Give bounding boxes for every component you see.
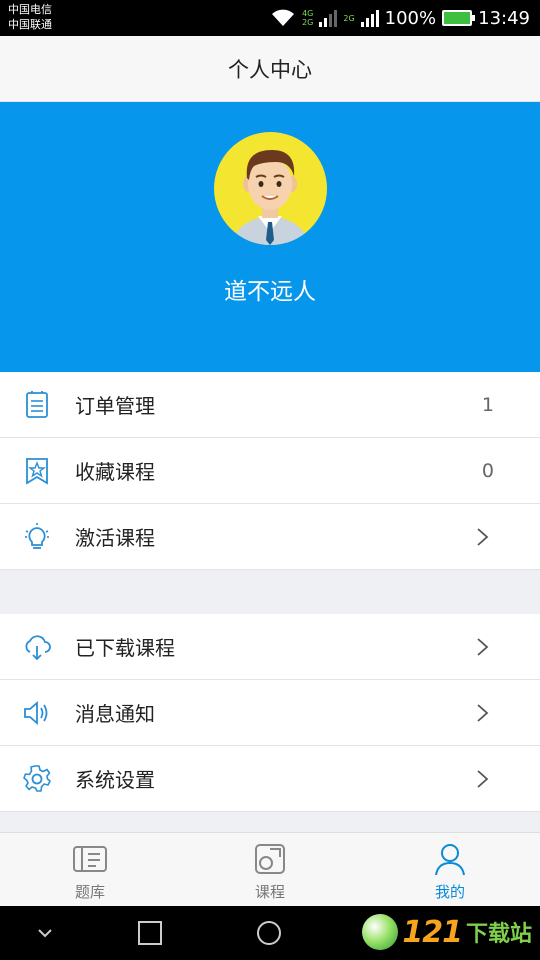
menu-label-settings: 系统设置 [75,768,155,792]
carrier-2: 中国联通 [8,18,52,31]
status-bar: 中国电信 中国联通 4G 2G 2G 100% 13:49 [0,0,540,36]
tab-label-courses: 课程 [254,883,285,901]
chevron-right-icon [477,528,489,546]
clock: 13:49 [478,7,530,29]
watermark-text: 下载站 [465,922,532,947]
status-icons: 4G 2G 2G 100% 13:49 [270,0,530,36]
orders-count: 1 [481,393,494,416]
chevron-right-icon [477,638,489,656]
home-icon[interactable] [256,920,282,946]
net2-label: 2G [343,13,355,23]
wifi-icon [272,9,295,26]
profile-header: 道不远人 [0,102,540,372]
menu-group-account: 订单管理 1 收藏课程 0 激活课程 [0,372,540,570]
menu-label-favorites: 收藏课程 [75,460,155,484]
page-title: 个人中心 [228,57,312,82]
speaker-icon [24,701,48,725]
tab-question-bank[interactable]: 题库 [0,833,180,906]
watermark-logo: 121 下载站 [362,914,532,950]
menu-label-downloads: 已下载课程 [75,636,175,660]
system-nav-bar: 121 下载站 [0,906,540,960]
menu-item-notifications[interactable]: 消息通知 [0,680,540,746]
title-bar: 个人中心 [0,36,540,102]
menu-label-orders: 订单管理 [75,394,155,418]
username: 道不远人 [224,279,316,305]
tab-mine[interactable]: 我的 [360,833,540,906]
menu-item-activate[interactable]: 激活课程 [0,504,540,570]
battery-percent: 100% [384,7,437,29]
tab-courses[interactable]: 课程 [180,833,360,906]
signal-icon-1 [319,10,338,27]
user-icon [435,844,465,876]
signal-icon-2 [360,10,379,27]
star-bookmark-icon [26,458,48,485]
battery-icon [442,10,476,26]
gear-icon [23,765,51,792]
lightbulb-icon [25,523,49,549]
watermark-digits: 121 [402,914,463,950]
net1-bottom: 2G [302,18,314,27]
tab-label-mine: 我的 [434,883,465,901]
menu-item-orders[interactable]: 订单管理 1 [0,372,540,438]
cloud-download-icon [25,635,51,661]
menu-label-activate: 激活课程 [75,526,155,550]
net1-top: 4G [302,9,314,18]
menu-item-favorites[interactable]: 收藏课程 0 [0,438,540,504]
network-type-1: 4G 2G [302,9,313,27]
chevron-right-icon [477,704,489,722]
tab-label-question-bank: 题库 [74,883,105,901]
chevron-right-icon [477,770,489,788]
course-icon [255,844,285,874]
avatar-man-icon [232,150,309,245]
avatar[interactable] [214,132,327,245]
carrier-info: 中国电信 中国联通 [8,2,52,32]
network-type-2: 2G [343,14,354,23]
favorites-count: 0 [481,459,494,482]
carrier-1: 中国电信 [8,3,52,16]
menu-group-settings: 已下载课程 消息通知 系统设置 [0,614,540,812]
order-list-icon [26,391,48,418]
menu-label-notifications: 消息通知 [75,702,155,726]
menu-item-downloads[interactable]: 已下载课程 [0,614,540,680]
question-bank-icon [73,846,107,872]
menu-item-settings[interactable]: 系统设置 [0,746,540,812]
watermark-ball-icon [362,914,399,950]
recent-apps-icon[interactable] [137,920,163,946]
chevron-down-icon[interactable] [32,920,58,946]
bottom-tab-bar: 题库 课程 我的 [0,832,540,906]
